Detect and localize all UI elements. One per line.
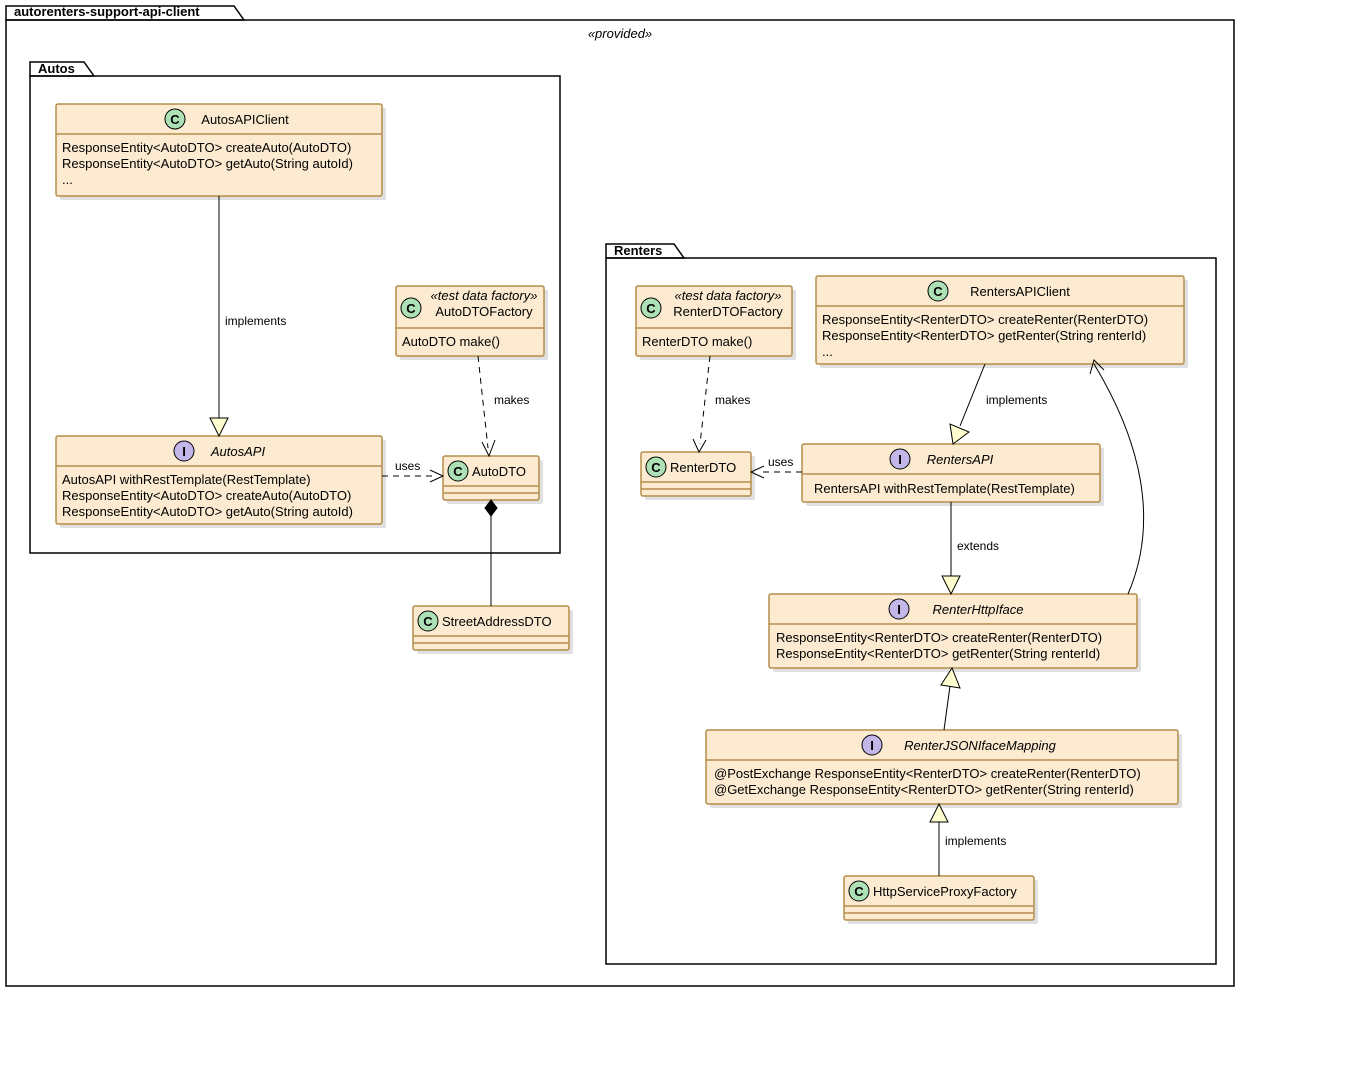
interface-name: AutosAPI <box>210 444 266 459</box>
interface-autos-api: I AutosAPI AutosAPI withRestTemplate(Res… <box>56 436 386 528</box>
method: AutosAPI withRestTemplate(RestTemplate) <box>62 472 311 487</box>
method: ResponseEntity<AutoDTO> getAuto(String a… <box>62 156 353 171</box>
class-renter-dto: C RenterDTO <box>641 452 755 500</box>
package-renters-title: Renters <box>614 243 662 258</box>
method: ResponseEntity<RenterDTO> getRenter(Stri… <box>822 328 1146 343</box>
rel-label: makes <box>715 393 750 407</box>
method: @GetExchange ResponseEntity<RenterDTO> g… <box>714 782 1134 797</box>
rel-httpproxy-implements-renterjson: implements <box>930 804 1006 876</box>
rel-label: implements <box>945 834 1006 848</box>
method: AutoDTO make() <box>402 334 500 349</box>
rel-renterjson-extends-renterhttp <box>941 668 960 730</box>
method: ... <box>62 172 73 187</box>
rel-rentersapi-uses-renterdto: uses <box>751 455 802 478</box>
rel-label: extends <box>957 539 999 553</box>
class-name: HttpServiceProxyFactory <box>873 884 1017 899</box>
method: ResponseEntity<RenterDTO> createRenter(R… <box>822 312 1148 327</box>
interface-badge-i: I <box>897 602 901 617</box>
rel-renterdtofactory-makes-renterdto: makes <box>693 356 750 452</box>
rel-rentersclient-implements-rentersapi: implements <box>950 364 1047 444</box>
interface-name: RentersAPI <box>927 452 994 467</box>
class-http-service-proxy-factory: C HttpServiceProxyFactory <box>844 876 1038 924</box>
interface-badge-i: I <box>898 452 902 467</box>
stereotype: «test data factory» <box>675 288 782 303</box>
interface-renter-http-iface: I RenterHttpIface ResponseEntity<RenterD… <box>769 594 1141 672</box>
class-auto-dto: C AutoDTO <box>443 456 543 504</box>
rel-label: uses <box>768 455 793 469</box>
class-name: RenterDTOFactory <box>673 304 783 319</box>
rel-autosclient-implements-autosapi: implements <box>210 196 286 436</box>
class-badge-c: C <box>453 464 463 479</box>
method: ResponseEntity<AutoDTO> getAuto(String a… <box>62 504 353 519</box>
class-name: AutoDTOFactory <box>435 304 533 319</box>
interface-renter-json-iface-mapping: I RenterJSONIfaceMapping @PostExchange R… <box>706 730 1182 808</box>
class-name: StreetAddressDTO <box>442 614 552 629</box>
interface-name: RenterJSONIfaceMapping <box>904 738 1057 753</box>
class-badge-c: C <box>854 884 864 899</box>
class-badge-c: C <box>406 301 416 316</box>
class-badge-c: C <box>651 460 661 475</box>
rel-label: implements <box>225 314 286 328</box>
class-auto-dto-factory: C «test data factory» AutoDTOFactory Aut… <box>396 286 548 360</box>
class-autos-api-client: C AutosAPIClient ResponseEntity<AutoDTO>… <box>56 104 386 200</box>
class-name: AutosAPIClient <box>201 112 289 127</box>
method: @PostExchange ResponseEntity<RenterDTO> … <box>714 766 1141 781</box>
rel-label: implements <box>986 393 1047 407</box>
method: ... <box>822 344 833 359</box>
interface-renters-api: I RentersAPI RentersAPI withRestTemplate… <box>802 444 1104 506</box>
class-name: RentersAPIClient <box>970 284 1070 299</box>
rel-label: makes <box>494 393 529 407</box>
method: RenterDTO make() <box>642 334 752 349</box>
method: ResponseEntity<AutoDTO> createAuto(AutoD… <box>62 488 351 503</box>
method: ResponseEntity<AutoDTO> createAuto(AutoD… <box>62 140 351 155</box>
class-renters-api-client: C RentersAPIClient ResponseEntity<Renter… <box>816 276 1188 368</box>
package-outer-stereotype: «provided» <box>588 26 652 41</box>
interface-name: RenterHttpIface <box>932 602 1023 617</box>
stereotype: «test data factory» <box>431 288 538 303</box>
method: ResponseEntity<RenterDTO> getRenter(Stri… <box>776 646 1100 661</box>
class-renter-dto-factory: C «test data factory» RenterDTOFactory R… <box>636 286 796 360</box>
interface-badge-i: I <box>870 738 874 753</box>
class-badge-c: C <box>170 112 180 127</box>
rel-rentersapi-extends-renterhttpiface: extends <box>942 502 999 594</box>
method: ResponseEntity<RenterDTO> createRenter(R… <box>776 630 1102 645</box>
package-outer-title: autorenters-support-api-client <box>14 4 200 19</box>
class-badge-c: C <box>933 284 943 299</box>
method: RentersAPI withRestTemplate(RestTemplate… <box>814 481 1075 496</box>
rel-label: uses <box>395 459 420 473</box>
class-name: AutoDTO <box>472 464 526 479</box>
class-badge-c: C <box>423 614 433 629</box>
class-badge-c: C <box>646 301 656 316</box>
rel-autosapi-uses-autodto: uses <box>382 459 443 482</box>
class-street-address-dto: C StreetAddressDTO <box>413 606 573 654</box>
interface-badge-i: I <box>182 444 186 459</box>
rel-autodtofactory-makes-autodto: makes <box>478 356 529 456</box>
class-name: RenterDTO <box>670 460 736 475</box>
package-autos-title: Autos <box>38 61 75 76</box>
